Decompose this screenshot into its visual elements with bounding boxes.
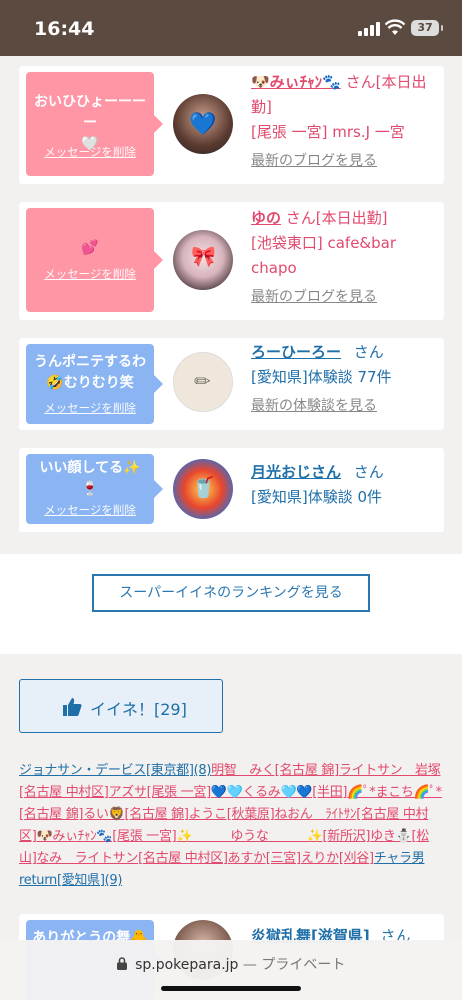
liker-link[interactable]: あすか[三宮] [228,851,301,866]
liker-link[interactable]: ジョナサン・デービス[東京都](8) [19,763,211,778]
status-time: 16:44 [34,18,95,40]
user-info: ろーひーろー さん [愛知県]体験談 77件 最新の体験談を見る [251,340,441,422]
shop-info: [池袋東口] cafe&bar chapo [251,234,396,277]
delete-message-link[interactable]: メッセージを削除 [26,266,154,282]
liker-link[interactable]: 明智 みく[名古屋 錦] [211,763,339,778]
message-card: おいひひょーーーー 🤍 メッセージを削除 💙 🐶みぃﾁｬﾝ🐾 さん[本日出勤] … [19,66,444,184]
avatar-sketch-icon: ✏ [194,369,211,393]
home-indicator[interactable] [161,986,301,991]
avatar-sticker-icon: 💙 [189,112,217,137]
liker-link[interactable]: ようこ[秋葉原] [189,807,275,822]
message-card: いい顔してる✨ 🍷 メッセージを削除 🥤 月光おじさん さん [愛知県]体験談 … [19,448,444,532]
avatar[interactable]: 🎀 [173,230,233,290]
delete-message-link[interactable]: メッセージを削除 [26,400,154,416]
liker-link[interactable]: ✨ ゆうな ✨[新所沢] [176,829,370,844]
liker-link[interactable]: なみ ライトサン[名古屋 中村区] [36,851,227,866]
user-name-link[interactable]: 月光おじさん [251,463,341,481]
message-text: おいひひょーーーー 🤍 [34,94,146,152]
cellular-signal-icon [358,22,380,36]
user-info: 月光おじさん さん [愛知県]体験談 0件 [251,460,441,510]
avatar[interactable]: 💙 [173,94,233,154]
avatar[interactable]: 🥤 [173,459,233,519]
message-text: うんポニテするわ 🤣むりむり笑 [34,354,146,391]
private-mode-label: — プライベート [242,957,346,973]
message-text: 💕 [81,240,99,256]
message-bubble: おいひひょーーーー 🤍 メッセージを削除 [26,72,163,176]
liker-link[interactable]: えりか[刈谷] [301,851,374,866]
browser-address-bar[interactable]: sp.pokepara.jp — プライベート [0,940,462,1000]
user-info: 🐶みぃﾁｬﾝ🐾 さん[本日出勤] [尾張 一宮] mrs.J 一宮 最新のブログ… [251,70,441,177]
iine-button[interactable]: イイネ！[29] [19,679,223,733]
liker-link[interactable]: 💙🩵くるみ🩵💙[半田] [211,785,348,800]
liker-link[interactable]: 🐶みぃﾁｬﾝ🐾[尾張 一宮] [36,829,176,844]
message-bubble: いい顔してる✨ 🍷 メッセージを削除 [26,454,163,524]
liker-link[interactable]: るい🦁[名古屋 錦] [83,807,189,822]
message-bubble: うんポニテするわ 🤣むりむり笑 メッセージを削除 [26,344,163,424]
user-name-link[interactable]: 🐶みぃﾁｬﾝ🐾 [251,73,341,91]
shop-info: [愛知県]体験談 0件 [251,488,383,506]
latest-blog-link[interactable]: 最新のブログを見る [251,153,377,169]
liker-link[interactable]: アズサ[尾張 一宮] [109,785,212,800]
page-content: おいひひょーーーー 🤍 メッセージを削除 💙 🐶みぃﾁｬﾝ🐾 さん[本日出勤] … [0,56,462,1000]
message-bubble: 💕 メッセージを削除 [26,208,163,312]
lock-icon [116,957,127,970]
message-card: うんポニテするわ 🤣むりむり笑 メッセージを削除 ✏ ろーひーろー さん [愛知… [19,338,444,430]
shop-info: [尾張 一宮] mrs.J 一宮 [251,123,405,141]
iine-label: イイネ！[29] [90,700,187,719]
message-card: 💕 メッセージを削除 🎀 ゆの さん[本日出勤] [池袋東口] cafe&bar… [19,202,444,320]
url-domain: sp.pokepara.jp [135,957,239,973]
latest-blog-link[interactable]: 最新のブログを見る [251,289,377,305]
user-suffix: さん[本日出勤] [285,209,388,227]
user-suffix: さん [353,463,384,481]
user-name-link[interactable]: ゆの [251,209,281,227]
url-display[interactable]: sp.pokepara.jp — プライベート [0,954,462,974]
latest-review-link[interactable]: 最新の体験談を見る [251,398,377,414]
avatar-ribbon-icon: 🎀 [191,244,216,268]
battery-icon: 37 [411,20,443,36]
avatar[interactable]: ✏ [173,352,233,412]
avatar-product-icon: 🥤 [191,475,216,499]
message-text: いい顔してる✨ 🍷 [39,460,141,497]
user-info: ゆの さん[本日出勤] [池袋東口] cafe&bar chapo 最新のブログ… [251,206,441,313]
shop-info: [愛知県]体験談 77件 [251,368,392,386]
wifi-icon [385,19,405,35]
super-iine-ranking-button[interactable]: スーパーイイネのランキングを見る [92,574,370,612]
delete-message-link[interactable]: メッセージを削除 [26,502,154,518]
likers-list: ジョナサン・デービス[東京都](8)明智 みく[名古屋 錦]ライトサン 岩塚[名… [19,760,444,892]
status-bar: 16:44 37 [0,0,462,56]
user-name-link[interactable]: ろーひーろー [251,343,341,361]
delete-message-link[interactable]: メッセージを削除 [26,144,154,160]
thumbs-up-icon [63,698,82,716]
user-suffix: さん [353,343,384,361]
